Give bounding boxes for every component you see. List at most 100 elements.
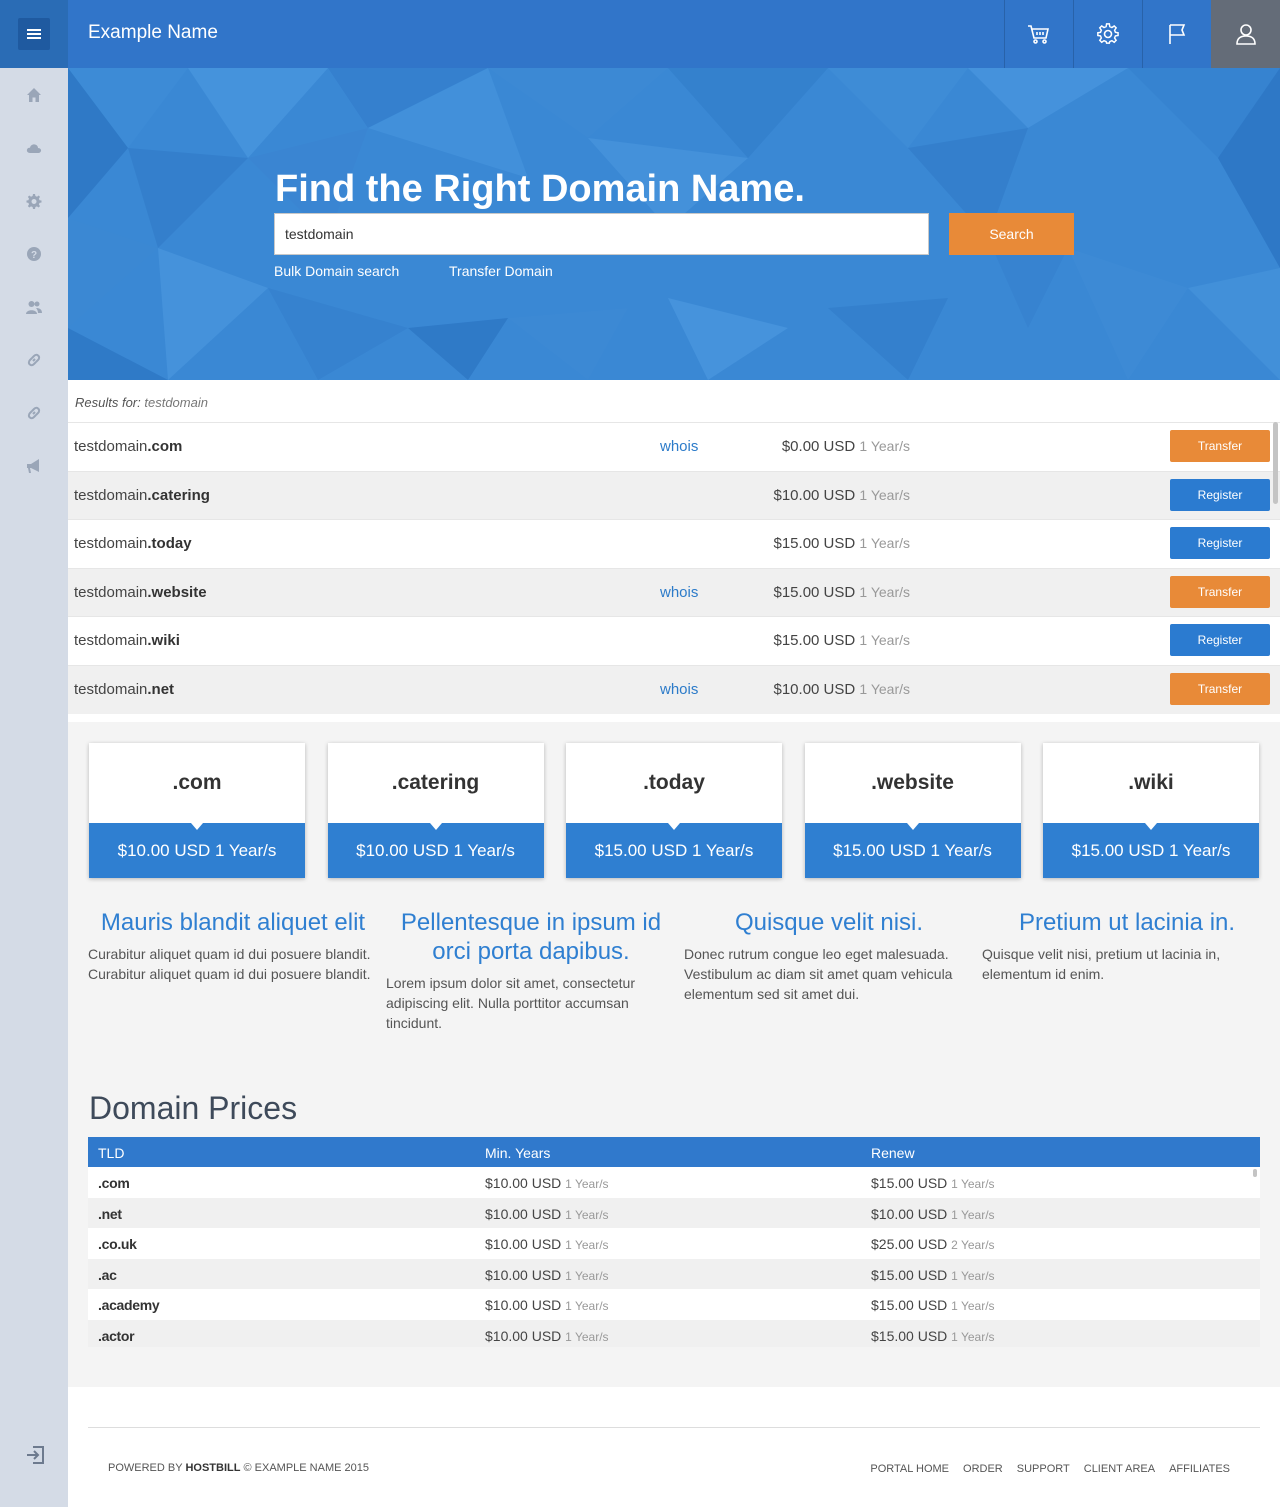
svg-text:?: ? [31,250,37,261]
renew-price: $15.00 USD [871,1327,948,1344]
search-button[interactable]: Search [949,213,1074,255]
feature-block: Mauris blandit aliquet elit Curabitur ali… [88,908,378,984]
transfer-button[interactable]: Transfer [1170,673,1270,705]
result-domain: testdomain.wiki [74,632,180,649]
min-price: $10.00 USD [485,1327,562,1344]
domain-name: testdomain [74,438,148,455]
cell-tld: .co.uk [98,1236,137,1252]
feature-text: Curabitur aliquet quam id dui posuere bl… [88,946,371,982]
renew-price: $15.00 USD [871,1297,948,1313]
renew-period: 1 Year/s [951,1268,995,1283]
sidebar-item-home[interactable] [0,68,68,121]
transfer-button[interactable]: Transfer [1170,430,1270,462]
feature-text: Lorem ipsum dolor sit amet, consectetur … [386,975,635,1031]
settings-icon [1097,23,1119,44]
tld-card[interactable]: .com $10.00 USD 1 Year/s [89,743,305,878]
hostbill-link[interactable]: HOSTBILL [185,1462,240,1474]
cell-min-years: $10.00 USD 1 Year/s [485,1175,609,1191]
register-button[interactable]: Register [1170,624,1270,657]
powered-by-text: POWERED BY [108,1462,183,1474]
sidebar-item-help[interactable]: ? [0,227,68,280]
sidebar-item-users[interactable] [0,280,68,333]
column-header-tld[interactable]: TLD [98,1145,124,1161]
users-icon [26,300,42,314]
sidebar-item-link-2[interactable] [0,386,68,439]
renew-period: 1 Year/s [951,1177,995,1191]
min-price: $10.00 USD [485,1236,562,1252]
cell-tld: .academy [98,1297,160,1313]
table-row: .net $10.00 USD 1 Year/s $10.00 USD 1 Year… [88,1197,1260,1228]
footer-divider [88,1427,1260,1428]
column-header-min-years[interactable]: Min. Years [485,1145,550,1161]
whois-link[interactable]: whois [660,438,698,455]
register-button[interactable]: Register [1170,527,1270,560]
domain-name: testdomain [74,486,148,504]
price-value: $15.00 USD [773,535,856,553]
cell-renew: $15.00 USD 1 Year/s [871,1175,995,1191]
whois-link[interactable]: whois [660,584,698,601]
brand-name[interactable]: Example Name [88,22,218,44]
result-price: $10.00 USD 1 Year/s [774,681,911,698]
register-button[interactable]: Register [1170,478,1270,511]
cell-min-years: $10.00 USD 1 Year/s [485,1297,609,1313]
column-header-renew[interactable]: Renew [871,1145,915,1161]
card-price: $15.00 USD 1 Year/s [804,823,1021,878]
user-button[interactable] [1211,0,1280,68]
sidebar-item-settings[interactable] [0,174,68,227]
domain-name: testdomain [74,535,148,553]
domain-tld: .com [147,438,183,455]
feature-block: Pretium ut lacinia in. Quisque velit nisi… [982,908,1272,984]
result-price: $10.00 USD 1 Year/s [774,487,911,504]
price-value: $0.00 USD [781,438,856,455]
prices-scrollbar[interactable] [1253,1169,1257,1177]
min-price: $10.00 USD [485,1205,562,1222]
min-price: $10.00 USD [485,1297,562,1313]
renew-period: 1 Year/s [951,1329,995,1344]
price-period: 1 Year/s [859,486,910,503]
tld-card[interactable]: .catering $10.00 USD 1 Year/s [327,743,544,878]
search-results: Results for: testdomain testdomain.com wh… [68,380,1280,722]
hero-section: Find the Right Domain Name. Search Bulk … [68,68,1280,380]
results-label: Results for: testdomain [75,395,208,410]
cart-button[interactable] [1004,0,1073,68]
settings-button[interactable] [1073,0,1142,68]
top-icons [1004,0,1280,68]
menu-toggle-button[interactable] [0,0,68,68]
domain-tld: .net [147,681,175,698]
language-button[interactable] [1142,0,1211,68]
footer-link-order[interactable]: ORDER [963,1463,1003,1475]
bulk-domain-search-link[interactable]: Bulk Domain search [274,263,399,279]
footer-link-affiliates[interactable]: AFFILIATES [1169,1463,1230,1475]
table-row: .ac $10.00 USD 1 Year/s $15.00 USD 1 Year/… [88,1258,1260,1289]
results-scrollbar[interactable] [1273,422,1278,504]
footer-copyright: POWERED BY HOSTBILL © EXAMPLE NAME 2015 [108,1462,369,1474]
sidebar-item-announcements[interactable] [0,439,68,492]
domain-tld: .website [147,583,207,601]
min-period: 1 Year/s [565,1207,609,1222]
transfer-button[interactable]: Transfer [1170,575,1270,608]
renew-price: $25.00 USD [871,1236,948,1252]
tld-card[interactable]: .wiki $15.00 USD 1 Year/s [1043,743,1259,878]
footer-link-client-area[interactable]: CLIENT AREA [1084,1463,1155,1475]
price-value: $15.00 USD [773,632,856,650]
whois-link[interactable]: whois [660,681,698,698]
flag-icon [1169,24,1186,44]
transfer-domain-link[interactable]: Transfer Domain [449,263,553,279]
tld-card[interactable]: .website $15.00 USD 1 Year/s [804,743,1021,878]
sidebar-item-cloud[interactable] [0,121,68,174]
footer-link-portal-home[interactable]: PORTAL HOME [870,1463,949,1475]
logout-icon[interactable] [24,1444,46,1471]
result-row: testdomain.website whois $15.00 USD 1 Year… [68,567,1280,617]
sidebar-item-link[interactable] [0,333,68,386]
min-price: $10.00 USD [485,1266,562,1283]
domain-name: testdomain [74,583,148,601]
cell-min-years: $10.00 USD 1 Year/s [485,1206,609,1222]
tld-card[interactable]: .today $15.00 USD 1 Year/s [566,743,782,878]
gear-icon [26,193,42,209]
price-period: 1 Year/s [859,632,910,649]
price-period: 1 Year/s [859,681,910,697]
footer-link-support[interactable]: SUPPORT [1017,1463,1070,1475]
cell-renew: $15.00 USD 1 Year/s [871,1328,995,1344]
result-row: testdomain.com whois $0.00 USD 1 Year/s Tra… [68,422,1280,471]
domain-search-input[interactable] [274,213,929,255]
